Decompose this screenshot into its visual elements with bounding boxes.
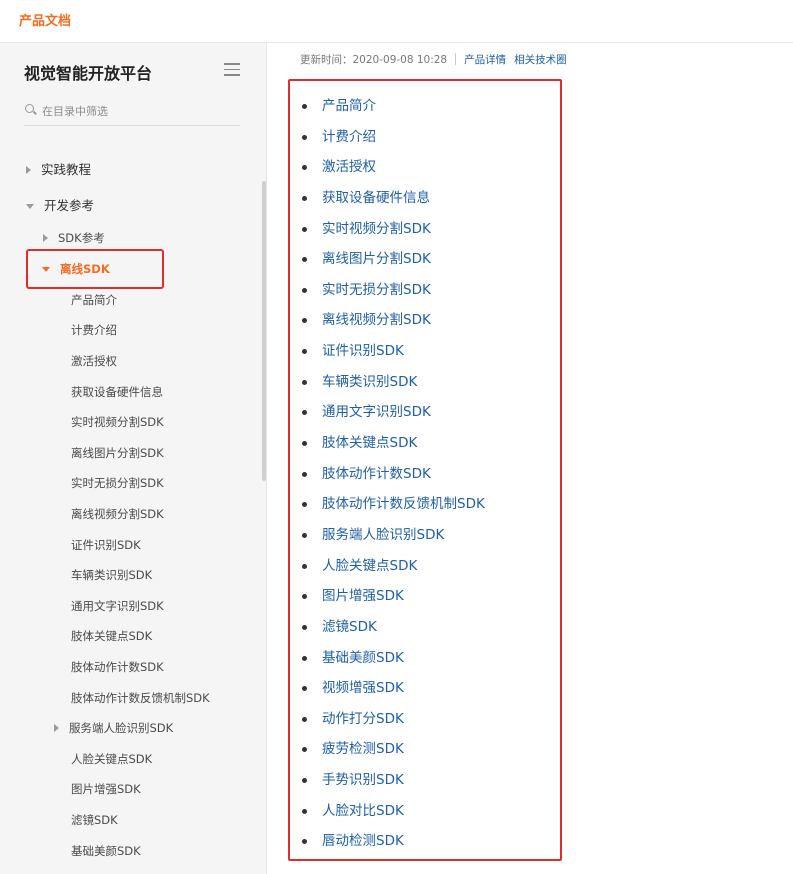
sidebar-scrollbar[interactable] [262, 181, 266, 481]
doc-link[interactable]: 离线图片分割SDK [322, 251, 431, 267]
caret-right-icon [43, 234, 48, 242]
caret-down-icon [42, 267, 50, 272]
tree-item-label: 开发参考 [44, 198, 95, 213]
top-bar: 产品文档 [0, 0, 793, 43]
sidebar-item[interactable]: 离线图片分割SDK [71, 442, 164, 464]
list-item: 人脸关键点SDK [302, 555, 485, 586]
doc-link[interactable]: 视频增强SDK [322, 680, 404, 696]
sidebar-item[interactable]: 实时无损分割SDK [71, 472, 164, 494]
list-item: 图片增强SDK [302, 585, 485, 616]
list-item: 车辆类识别SDK [302, 371, 485, 402]
doc-link[interactable]: 服务端人脸识别SDK [322, 527, 444, 543]
doc-link[interactable]: 激活授权 [322, 159, 376, 175]
sidebar-item[interactable]: 实时视频分割SDK [71, 411, 164, 433]
list-item: 疲劳检测SDK [302, 738, 485, 769]
list-item: 激活授权 [302, 156, 485, 187]
list-item: 离线视频分割SDK [302, 309, 485, 340]
tree-item-dev-reference[interactable]: 开发参考 [26, 195, 94, 217]
sidebar-item[interactable]: 离线视频分割SDK [71, 503, 164, 525]
doc-link[interactable]: 基础美颜SDK [322, 650, 404, 666]
filter-field [24, 101, 240, 126]
main-content: 更新时间：2020-09-08 10:28 产品详情 相关技术圈 产品简介 计费介绍… [268, 43, 793, 874]
sidebar-item[interactable]: 证件识别SDK [71, 534, 141, 556]
updated-time: 更新时间：2020-09-08 10:28 [300, 54, 448, 66]
sidebar-item[interactable]: 通用文字识别SDK [71, 595, 164, 617]
list-item: 视频增强SDK [302, 677, 485, 708]
filter-input[interactable] [42, 101, 232, 121]
sidebar-item[interactable]: 肢体动作计数反馈机制SDK [71, 687, 210, 709]
sidebar-item[interactable]: 人脸关键点SDK [71, 748, 152, 770]
brand-link[interactable]: 产品文档 [19, 10, 71, 29]
doc-meta: 更新时间：2020-09-08 10:28 产品详情 相关技术圈 [300, 52, 575, 67]
doc-link[interactable]: 肢体动作计数SDK [322, 466, 431, 482]
doc-link[interactable]: 动作打分SDK [322, 711, 404, 727]
doc-link[interactable]: 人脸关键点SDK [322, 558, 417, 574]
tree-item-sdk-reference[interactable]: SDK参考 [43, 227, 105, 249]
tree-item-practice[interactable]: 实践教程 [26, 159, 91, 181]
sidebar-item[interactable]: 产品简介 [71, 289, 117, 311]
list-item: 手势识别SDK [302, 769, 485, 800]
list-item: 唇动检测SDK [302, 830, 485, 861]
doc-link-list: 产品简介 计费介绍 激活授权 获取设备硬件信息 实时视频分割SDK 离线图片分割… [302, 95, 485, 861]
list-item: 证件识别SDK [302, 340, 485, 371]
doc-link[interactable]: 滤镜SDK [322, 619, 377, 635]
doc-link[interactable]: 证件识别SDK [322, 343, 404, 359]
list-item: 获取设备硬件信息 [302, 187, 485, 218]
sidebar-item[interactable]: 基础美颜SDK [71, 840, 141, 862]
doc-link[interactable]: 图片增强SDK [322, 588, 404, 604]
tech-circle-link[interactable]: 相关技术圈 [514, 54, 567, 66]
doc-link[interactable]: 计费介绍 [322, 129, 376, 145]
list-item: 动作打分SDK [302, 708, 485, 739]
list-item: 肢体关键点SDK [302, 432, 485, 463]
list-item: 实时无损分割SDK [302, 279, 485, 310]
list-item: 通用文字识别SDK [302, 401, 485, 432]
sidebar-item[interactable]: 激活授权 [71, 350, 117, 372]
caret-right-icon [26, 166, 31, 174]
doc-link[interactable]: 通用文字识别SDK [322, 404, 431, 420]
doc-link[interactable]: 实时视频分割SDK [322, 221, 431, 237]
list-item: 计费介绍 [302, 126, 485, 157]
sidebar-item[interactable]: 获取设备硬件信息 [71, 381, 163, 403]
doc-link[interactable]: 车辆类识别SDK [322, 374, 417, 390]
doc-link[interactable]: 疲劳检测SDK [322, 741, 404, 757]
menu-icon[interactable] [224, 63, 240, 77]
search-icon [25, 104, 34, 113]
doc-link[interactable]: 实时无损分割SDK [322, 282, 431, 298]
list-item: 实时视频分割SDK [302, 218, 485, 249]
doc-link[interactable]: 获取设备硬件信息 [322, 190, 430, 206]
sidebar-item[interactable]: 图片增强SDK [71, 778, 141, 800]
sidebar-item[interactable]: 车辆类识别SDK [71, 564, 152, 586]
list-item: 人脸对比SDK [302, 800, 485, 831]
sidebar-item-label: 服务端人脸识别SDK [69, 721, 174, 735]
sidebar-item[interactable]: 肢体动作计数SDK [71, 656, 164, 678]
sidebar-item-face-recognition[interactable]: 服务端人脸识别SDK [54, 717, 173, 739]
doc-link[interactable]: 人脸对比SDK [322, 803, 404, 819]
doc-link[interactable]: 唇动检测SDK [322, 833, 404, 849]
tree-item-offline-sdk[interactable]: 离线SDK [42, 258, 110, 280]
caret-down-icon [26, 204, 34, 209]
sidebar: 视觉智能开放平台 实践教程 开发参考 SDK参考 离线SDK 产品简介 计费介绍… [0, 43, 267, 874]
doc-link[interactable]: 肢体动作计数反馈机制SDK [322, 496, 485, 512]
caret-right-icon [54, 724, 59, 732]
doc-link[interactable]: 离线视频分割SDK [322, 312, 431, 328]
list-item: 服务端人脸识别SDK [302, 524, 485, 555]
sidebar-item[interactable]: 肢体关键点SDK [71, 625, 152, 647]
doc-link[interactable]: 手势识别SDK [322, 772, 404, 788]
list-item: 滤镜SDK [302, 616, 485, 647]
list-item: 肢体动作计数反馈机制SDK [302, 493, 485, 524]
list-item: 肢体动作计数SDK [302, 463, 485, 494]
divider [455, 53, 457, 65]
list-item: 离线图片分割SDK [302, 248, 485, 279]
tree-item-label: SDK参考 [58, 231, 105, 245]
product-detail-link[interactable]: 产品详情 [464, 54, 506, 66]
sidebar-item[interactable]: 滤镜SDK [71, 809, 118, 831]
sidebar-title: 视觉智能开放平台 [24, 64, 153, 83]
doc-link[interactable]: 产品简介 [322, 98, 376, 114]
tree-item-label: 实践教程 [41, 162, 92, 177]
list-item: 产品简介 [302, 95, 485, 126]
list-item: 基础美颜SDK [302, 647, 485, 678]
sidebar-item[interactable]: 计费介绍 [71, 319, 117, 341]
doc-link[interactable]: 肢体关键点SDK [322, 435, 417, 451]
tree-item-label: 离线SDK [60, 262, 110, 276]
